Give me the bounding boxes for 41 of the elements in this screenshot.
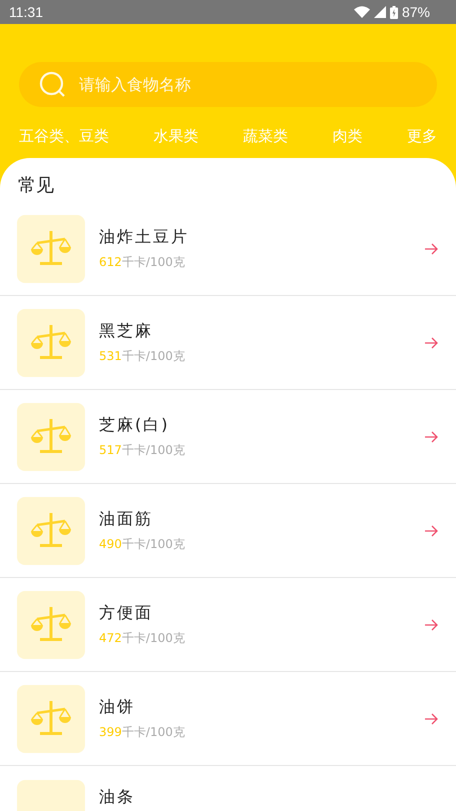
arrow-right-icon[interactable] (424, 618, 438, 630)
food-list-item[interactable]: 油饼 399千卡/100克 (0, 672, 456, 766)
calorie-text: 472千卡/100克 (99, 630, 186, 646)
battery-icon (390, 6, 398, 18)
food-list-item[interactable]: 方便面 472千卡/100克 (0, 578, 456, 672)
wifi-icon (354, 6, 370, 18)
search-input[interactable]: 请输入食物名称 (77, 74, 361, 95)
search-field[interactable]: 请输入食物名称 (19, 62, 437, 107)
arrow-right-icon[interactable] (424, 524, 438, 536)
signal-icon (374, 6, 386, 18)
food-list-item[interactable]: 油炸土豆片 612千卡/100克 (0, 202, 456, 296)
food-list-item[interactable]: 黑芝麻 531千卡/100克 (0, 296, 456, 390)
search-icon (39, 70, 67, 98)
scale-icon (31, 324, 71, 360)
arrow-right-icon[interactable] (424, 336, 438, 348)
arrow-right-icon[interactable] (424, 242, 438, 254)
section-title: 常见 (17, 174, 55, 198)
battery-level: 87% (402, 4, 430, 20)
scale-icon (31, 230, 71, 266)
food-name: 芝麻(白) (99, 414, 170, 436)
calorie-text: 399千卡/100克 (99, 724, 186, 740)
food-list-item[interactable]: 油面筋 490千卡/100克 (0, 484, 456, 578)
scale-icon (31, 418, 71, 454)
calorie-text: 531千卡/100克 (99, 348, 186, 364)
food-name: 油饼 (99, 696, 136, 718)
food-list-item[interactable]: 油条 (0, 766, 456, 811)
scale-icon (31, 700, 71, 736)
calorie-text: 612千卡/100克 (99, 254, 186, 270)
status-time: 11:31 (9, 4, 43, 20)
calorie-text: 490千卡/100克 (99, 536, 186, 552)
calorie-text: 517千卡/100克 (99, 442, 186, 458)
food-name: 黑芝麻 (99, 320, 154, 342)
food-name: 油炸土豆片 (99, 226, 190, 248)
food-name: 方便面 (99, 602, 154, 624)
food-list-item[interactable]: 芝麻(白) 517千卡/100克 (0, 390, 456, 484)
arrow-right-icon[interactable] (424, 712, 438, 724)
food-name: 油面筋 (99, 508, 154, 530)
arrow-right-icon[interactable] (424, 430, 438, 442)
scale-icon (31, 606, 71, 642)
scale-icon (31, 512, 71, 548)
food-name: 油条 (99, 788, 136, 805)
